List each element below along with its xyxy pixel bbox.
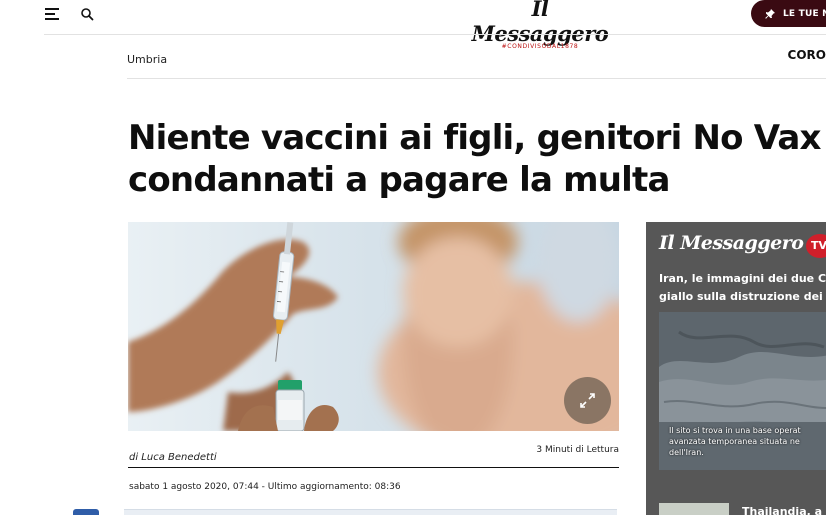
tv-video-title[interactable]: Iran, le immagini dei due C giallo sulla… bbox=[659, 270, 826, 306]
vaccine-photo bbox=[128, 222, 619, 431]
expand-icon bbox=[580, 393, 595, 408]
topic-link[interactable]: CORO bbox=[788, 48, 826, 62]
author-link[interactable]: di Luca Benedetti bbox=[129, 452, 217, 463]
tv-next-video-title[interactable]: Thailandia, a bbox=[742, 505, 822, 515]
top-header: Il Messaggero #CONDIVISODAL1878 LE TUE N… bbox=[0, 0, 826, 50]
tv-title-line-2: giallo sulla distruzione dei bbox=[659, 290, 823, 303]
tv-caption-line-3: dell'Iran. bbox=[669, 448, 704, 457]
article-title: Niente vaccini ai figli, genitori No Vax… bbox=[128, 117, 826, 201]
tv-badge: TV bbox=[806, 234, 826, 258]
tv-logo[interactable]: Il Messaggero bbox=[659, 232, 804, 254]
breadcrumb-section-link[interactable]: Umbria bbox=[127, 53, 167, 66]
article-title-line-2: condannati a pagare la multa bbox=[128, 160, 670, 200]
breadcrumb-divider bbox=[127, 78, 826, 79]
site-logo[interactable]: Il Messaggero #CONDIVISODAL1878 bbox=[470, 0, 610, 50]
logo-text: Il Messaggero bbox=[471, 0, 609, 46]
read-time: 3 Minuti di Lettura bbox=[536, 445, 619, 455]
tv-next-thumbnail[interactable] bbox=[659, 503, 729, 515]
search-icon[interactable] bbox=[80, 7, 94, 21]
tv-video-player[interactable]: Il sito si trova in una base operat avan… bbox=[659, 312, 826, 470]
share-button[interactable] bbox=[73, 509, 99, 515]
article-body-box bbox=[124, 509, 617, 515]
byline: di Luca Benedetti 3 Minuti di Lettura bbox=[129, 445, 619, 463]
article-main-image[interactable] bbox=[128, 222, 619, 431]
tv-widget: Il Messaggero TV Iran, le immagini dei d… bbox=[646, 222, 826, 515]
byline-divider bbox=[128, 467, 619, 468]
pin-icon bbox=[765, 8, 775, 19]
my-news-button[interactable]: LE TUE NO bbox=[751, 0, 826, 27]
breadcrumb: Umbria CORO bbox=[127, 48, 826, 66]
header-divider bbox=[44, 34, 826, 35]
my-news-label: LE TUE NO bbox=[783, 8, 826, 19]
tv-caption-line-1: Il sito si trova in una base operat bbox=[669, 426, 801, 435]
tv-title-line-1: Iran, le immagini dei due C bbox=[659, 272, 826, 285]
tv-video-caption: Il sito si trova in una base operat avan… bbox=[669, 425, 801, 458]
article-title-line-1: Niente vaccini ai figli, genitori No Vax bbox=[128, 118, 821, 158]
publish-date: sabato 1 agosto 2020, 07:44 - Ultimo agg… bbox=[129, 482, 401, 492]
expand-image-button[interactable] bbox=[564, 377, 611, 424]
tv-caption-line-2: avanzata temporanea situata ne bbox=[669, 437, 800, 446]
hamburger-menu-icon[interactable] bbox=[45, 8, 59, 20]
